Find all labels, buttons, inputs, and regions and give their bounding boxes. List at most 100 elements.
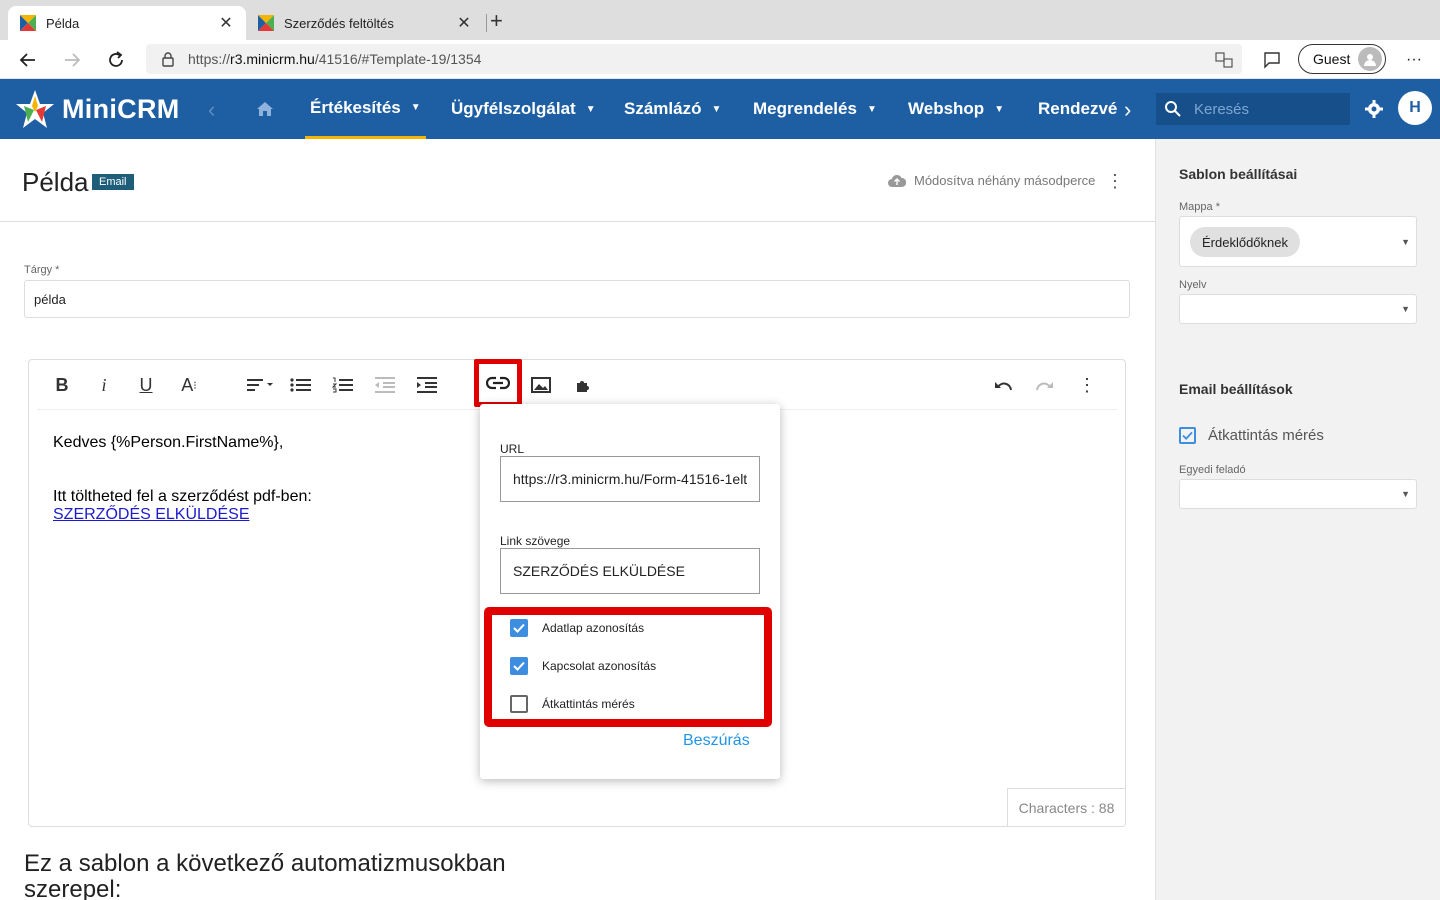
chevron-down-icon: ▼ xyxy=(994,103,1005,115)
app-header: MiniCRM ‹ Értékesítés ▼ Ügyfélszolgálat ▼ … xyxy=(0,79,1440,139)
nav-item-ugyfelszolgalat[interactable]: Ügyfélszolgálat ▼ xyxy=(451,79,596,139)
redo-icon[interactable] xyxy=(1033,372,1057,398)
browser-tab-szerzodes[interactable]: Szerződés feltöltés ✕ xyxy=(246,6,484,40)
image-icon[interactable] xyxy=(529,372,553,398)
subject-value: példa xyxy=(34,291,66,307)
link-url-value: https://r3.minicrm.hu/Form-41516-1elt xyxy=(513,471,748,487)
nav-item-label: Értékesítés xyxy=(310,97,401,117)
checkbox-checked-icon[interactable] xyxy=(510,657,528,675)
nav-scroll-left-icon[interactable]: ‹ xyxy=(208,97,215,123)
minicrm-favicon-icon xyxy=(258,15,274,31)
feedback-icon[interactable] xyxy=(1260,48,1284,72)
user-initial: H xyxy=(1409,99,1421,116)
url-field[interactable]: https://r3.minicrm.hu/41516/#Template-19… xyxy=(146,44,1242,74)
minicrm-star-icon xyxy=(16,90,54,128)
insert-link-button[interactable] xyxy=(474,359,522,407)
new-tab-icon[interactable]: + xyxy=(490,10,503,32)
link-text-input[interactable]: SZERZŐDÉS ELKÜLDÉSE xyxy=(500,548,760,594)
url-host: r3.minicrm.hu xyxy=(230,51,315,67)
browser-menu-icon[interactable]: ··· xyxy=(1402,48,1426,72)
reload-icon[interactable] xyxy=(104,48,128,72)
checkbox-checked-icon[interactable] xyxy=(510,619,528,637)
nav-home[interactable] xyxy=(256,79,274,139)
chevron-down-icon: ▼ xyxy=(1401,237,1410,247)
nav-item-label: Ügyfélszolgálat xyxy=(451,99,576,118)
font-size-icon[interactable]: A ⁝ xyxy=(177,372,201,398)
option-label: Átkattintás mérés xyxy=(542,697,635,711)
guest-profile-button[interactable]: Guest xyxy=(1298,44,1386,74)
subject-label: Tárgy * xyxy=(24,264,60,276)
url-prefix: https:// xyxy=(188,51,231,67)
nav-item-ertekesites[interactable]: Értékesítés ▼ xyxy=(305,79,426,139)
custom-sender-select[interactable]: ▼ xyxy=(1179,479,1417,509)
browser-tab-label: Szerződés feltöltés xyxy=(284,15,394,31)
language-select[interactable]: ▼ xyxy=(1179,294,1417,324)
link-icon xyxy=(486,376,510,390)
puzzle-icon[interactable] xyxy=(571,372,595,398)
option-atkattintas[interactable]: Átkattintás mérés xyxy=(510,695,635,713)
gear-icon[interactable] xyxy=(1364,99,1384,119)
email-settings-title: Email beállítások xyxy=(1179,381,1293,397)
nav-item-szamlazo[interactable]: Számlázó ▼ xyxy=(624,79,721,139)
search-placeholder: Keresés xyxy=(1194,100,1250,118)
settings-sidebar: Sablon beállításai Mappa * Érdeklődőknek… xyxy=(1155,139,1440,900)
tab-separator xyxy=(486,14,487,32)
folder-chip[interactable]: Érdeklődőknek xyxy=(1190,227,1300,257)
click-tracking-checkbox[interactable]: Átkattintás mérés xyxy=(1179,427,1324,444)
forward-icon[interactable] xyxy=(60,48,84,72)
browser-tab-bar: Példa ✕ Szerződés feltöltés ✕ + xyxy=(0,0,1440,40)
close-tab-icon[interactable]: ✕ xyxy=(456,13,472,33)
numbered-list-icon[interactable] xyxy=(331,372,355,398)
nav-item-label: Megrendelés xyxy=(753,99,857,118)
translate-icon[interactable] xyxy=(1212,48,1236,72)
underline-icon[interactable]: U xyxy=(135,372,157,398)
nav-item-megrendeles[interactable]: Megrendelés ▼ xyxy=(753,79,877,139)
home-icon xyxy=(257,102,273,116)
editor-contract-link[interactable]: SZERZŐDÉS ELKÜLDÉSE xyxy=(53,506,250,524)
click-tracking-label: Átkattintás mérés xyxy=(1208,427,1324,444)
chevron-down-icon: ▼ xyxy=(866,103,877,115)
editor-more-icon[interactable]: ⋮ xyxy=(1078,372,1096,398)
subject-input[interactable]: példa xyxy=(24,280,1130,318)
undo-icon[interactable] xyxy=(991,372,1015,398)
search-input[interactable]: Keresés xyxy=(1156,93,1350,125)
option-adatlap[interactable]: Adatlap azonosítás xyxy=(510,619,644,637)
folder-select[interactable]: Érdeklődőknek ▼ xyxy=(1179,216,1417,267)
cloud-upload-icon xyxy=(888,174,906,187)
indent-icon[interactable] xyxy=(415,372,439,398)
saved-status-text: Módosítva néhány másodperce xyxy=(914,173,1096,188)
link-popup: URL https://r3.minicrm.hu/Form-41516-1el… xyxy=(480,404,780,779)
nav-item-rendezveny[interactable]: Rendezvé xyxy=(1038,79,1117,139)
browser-tab-pelda[interactable]: Példa ✕ xyxy=(8,6,246,40)
custom-sender-label: Egyedi feladó xyxy=(1179,464,1246,476)
guest-avatar-icon xyxy=(1358,47,1382,71)
bold-icon[interactable]: B xyxy=(51,372,73,398)
chevron-down-icon: ▼ xyxy=(410,102,421,113)
language-label: Nyelv xyxy=(1179,279,1207,291)
back-icon[interactable] xyxy=(16,48,40,72)
more-options-icon[interactable]: ⋮ xyxy=(1106,171,1124,192)
minicrm-logo[interactable]: MiniCRM xyxy=(14,85,180,133)
insert-button[interactable]: Beszúrás xyxy=(683,732,750,750)
bullet-list-icon[interactable] xyxy=(289,372,313,398)
guest-label: Guest xyxy=(1313,51,1351,67)
checkbox-unchecked-icon[interactable] xyxy=(510,695,528,713)
link-url-input[interactable]: https://r3.minicrm.hu/Form-41516-1elt xyxy=(500,456,760,502)
link-text-value: SZERZŐDÉS ELKÜLDÉSE xyxy=(513,563,685,579)
option-kapcsolat[interactable]: Kapcsolat azonosítás xyxy=(510,657,656,675)
outdent-icon[interactable] xyxy=(373,372,397,398)
link-text-label: Link szövege xyxy=(500,534,571,548)
email-badge: Email xyxy=(92,174,134,190)
close-tab-icon[interactable]: ✕ xyxy=(218,13,234,33)
italic-icon[interactable]: i xyxy=(93,372,115,398)
lock-icon xyxy=(162,52,174,67)
nav-scroll-right-icon[interactable]: › xyxy=(1124,97,1131,123)
user-avatar[interactable]: H xyxy=(1398,91,1432,125)
align-icon[interactable] xyxy=(243,372,277,398)
minicrm-favicon-icon xyxy=(20,15,36,31)
nav-item-label: Webshop xyxy=(908,99,985,118)
checkbox-checked-icon[interactable] xyxy=(1179,427,1196,444)
nav-item-webshop[interactable]: Webshop ▼ xyxy=(908,79,1004,139)
folder-label: Mappa * xyxy=(1179,201,1220,213)
option-label: Kapcsolat azonosítás xyxy=(542,659,657,673)
